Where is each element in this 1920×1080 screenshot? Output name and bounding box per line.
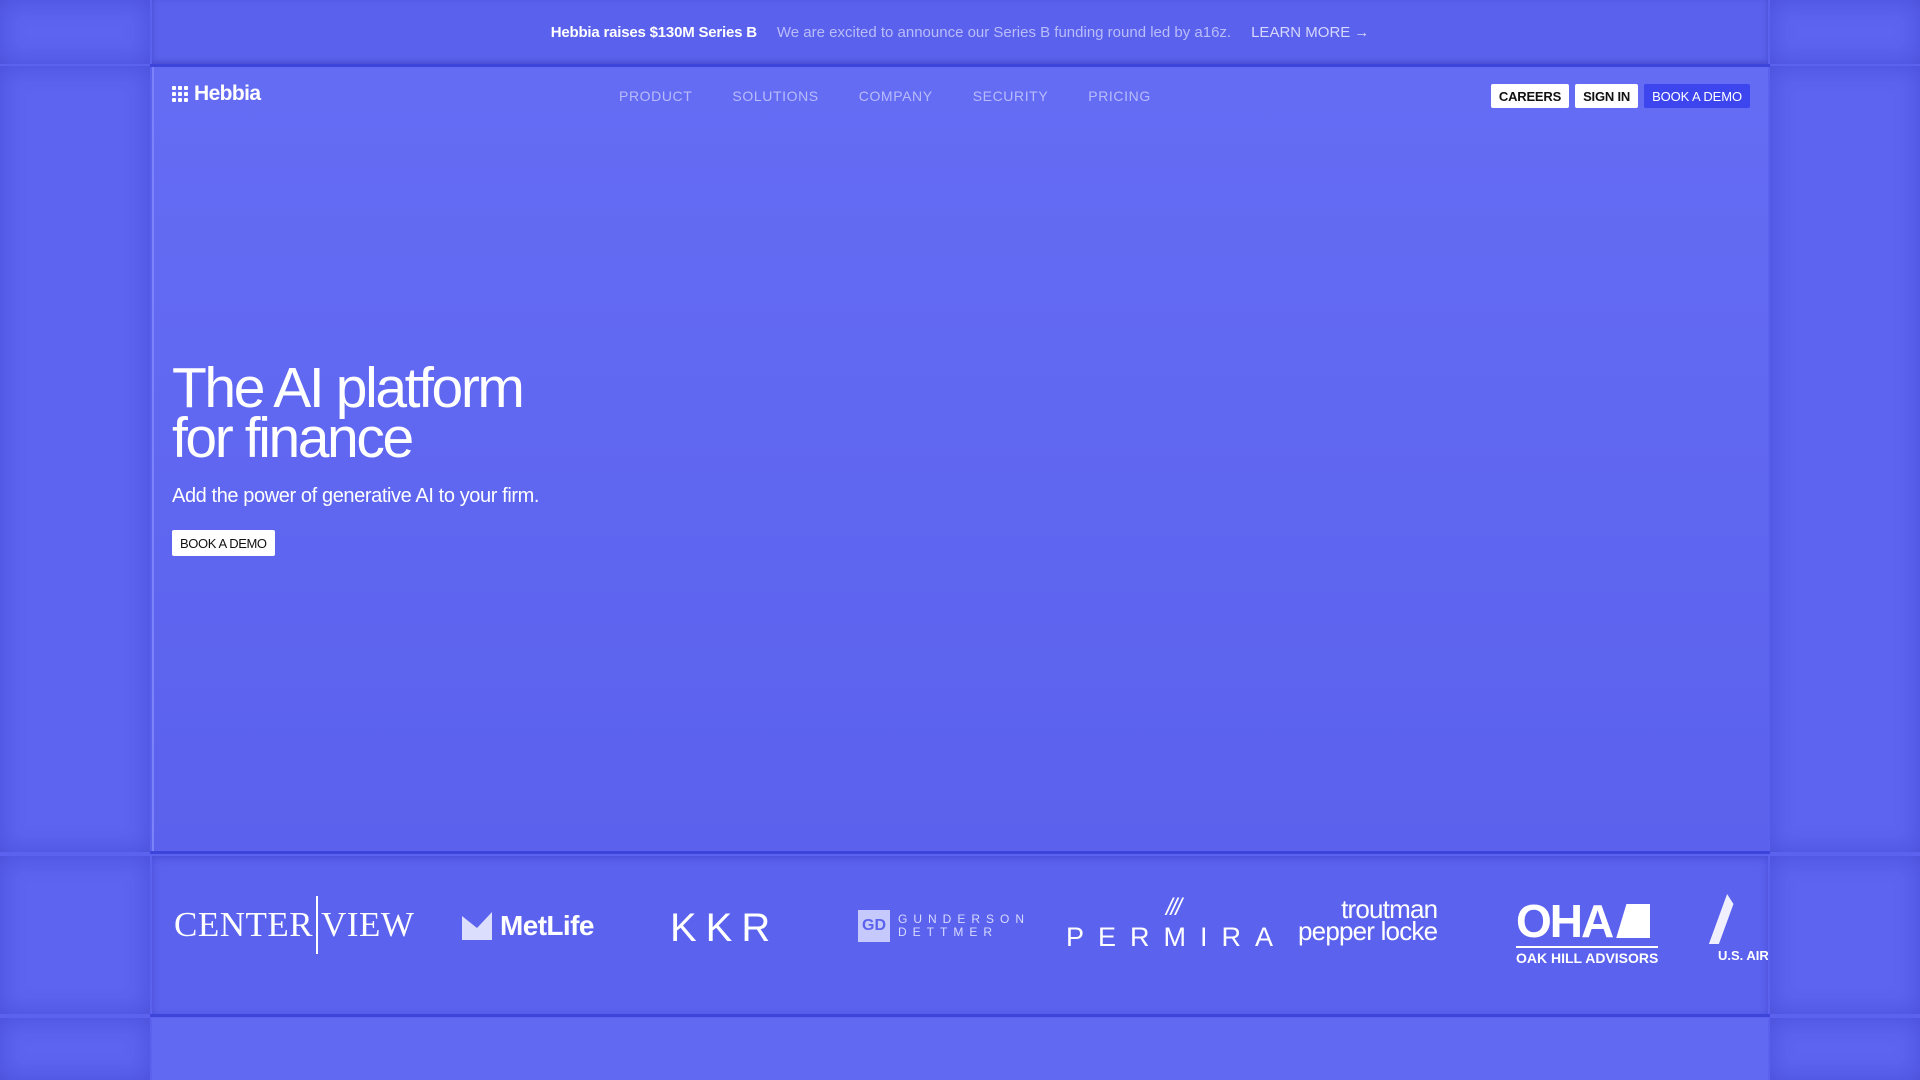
frame-cell (1770, 66, 1920, 852)
careers-button[interactable]: CAREERS (1490, 84, 1570, 108)
frame-cell (1770, 1018, 1920, 1080)
permira-slashes-icon: /// (1166, 894, 1182, 921)
usaf-text: U.S. AIR (1718, 948, 1768, 963)
customer-logos: CENTER VIEW MetLife KKR GD GUNDERSON DET… (152, 856, 1768, 1014)
oha-flag-icon (1616, 904, 1651, 938)
nav-item-product[interactable]: PRODUCT (619, 88, 692, 104)
usaf-wing-icon (1708, 894, 1768, 944)
troutman-logo: troutman pepper locke (1298, 896, 1438, 946)
announcement-message: We are excited to announce our Series B … (776, 23, 1232, 41)
nav-item-company[interactable]: COMPANY (859, 88, 933, 104)
usaf-logo: U.S. AIR (1708, 894, 1768, 963)
metlife-text: MetLife (500, 910, 594, 941)
frame-cell (0, 1018, 150, 1080)
book-demo-hero-button[interactable]: BOOK A DEMO (172, 530, 275, 556)
centerview-logo: CENTER VIEW (174, 896, 414, 954)
learn-more-label: LEARN MORE (1251, 23, 1351, 41)
main-menu: PRODUCT SOLUTIONS COMPANY SECURITY PRICI… (619, 88, 1151, 104)
hero-title: The AI platform for finance (172, 360, 525, 470)
frame-cell (0, 0, 150, 64)
frame-cell (0, 856, 150, 1014)
next-section-strip (152, 1018, 1768, 1080)
divider (150, 851, 1770, 854)
arrow-right-icon: → (1354, 23, 1370, 41)
troutman-line2: pepper locke (1298, 916, 1438, 946)
nav-item-solutions[interactable]: SOLUTIONS (732, 88, 818, 104)
announcement-bar: Hebbia raises $130M Series B We are exci… (152, 0, 1768, 64)
nav-item-security[interactable]: SECURITY (973, 88, 1049, 104)
metlife-m-icon (462, 912, 492, 940)
metlife-logo: MetLife (462, 910, 594, 942)
hero-section: Hebbia PRODUCT SOLUTIONS COMPANY SECURIT… (152, 67, 1768, 851)
grid-logo-icon (172, 86, 188, 102)
oha-subtext: OAK HILL ADVISORS (1516, 946, 1659, 966)
frame-cell (1770, 856, 1920, 1014)
oha-logo: OHA OAK HILL ADVISORS (1516, 895, 1659, 966)
centerview-text-b: VIEW (321, 905, 415, 944)
kkr-logo: KKR (670, 906, 780, 950)
gd-monogram-icon: GD (858, 910, 890, 942)
announcement-headline: Hebbia raises $130M Series B (550, 23, 757, 41)
top-nav: Hebbia PRODUCT SOLUTIONS COMPANY SECURIT… (154, 67, 1768, 123)
frame-cell (0, 66, 150, 852)
permira-logo: /// PERMIRA (1066, 894, 1287, 953)
hero-subtitle: Add the power of generative AI to your f… (172, 485, 540, 507)
nav-item-pricing[interactable]: PRICING (1088, 88, 1151, 104)
nav-actions: CAREERS SIGN IN BOOK A DEMO (1490, 84, 1750, 108)
learn-more-link[interactable]: LEARN MORE → (1251, 24, 1369, 41)
centerview-text-a: CENTER (174, 905, 314, 944)
book-demo-nav-button[interactable]: BOOK A DEMO (1644, 84, 1750, 108)
brand-name: Hebbia (194, 82, 261, 105)
oha-text: OHA (1516, 895, 1614, 947)
gunderson-logo: GD GUNDERSON DETTMER (858, 910, 1030, 942)
brand-logo[interactable]: Hebbia (172, 82, 261, 106)
gunderson-line2: DETTMER (898, 925, 998, 939)
frame-cell (1770, 0, 1920, 64)
hero-title-line2: for finance (172, 406, 414, 470)
sign-in-button[interactable]: SIGN IN (1575, 84, 1639, 108)
divider (150, 1014, 1770, 1017)
